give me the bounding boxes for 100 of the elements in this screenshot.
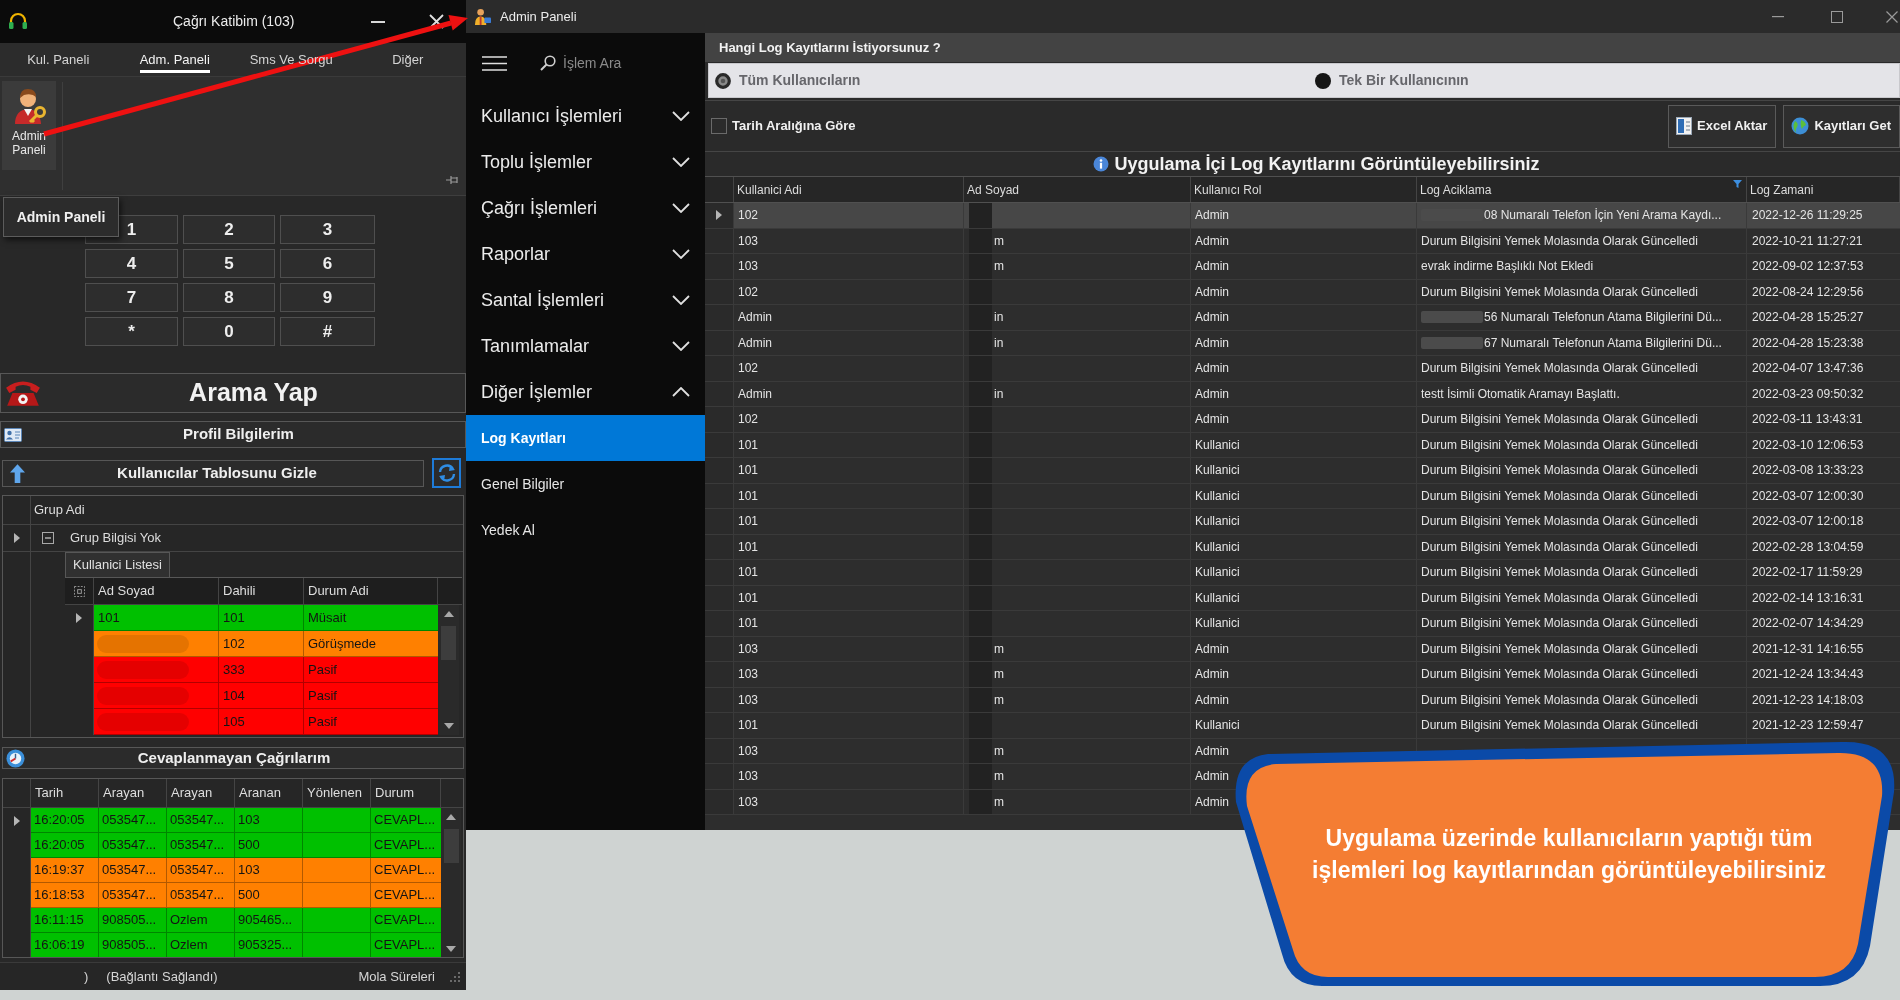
keypad-key[interactable]: 2 <box>183 215 275 244</box>
keypad-key[interactable]: * <box>85 317 178 346</box>
table-row[interactable]: 103 m Admin Durum Bilgisini Yemek Molasında Olarak Güncelledi 2022-10-21 11:27:21 <box>705 228 1900 254</box>
scroll-down-icon[interactable] <box>443 723 454 729</box>
checkbox-option[interactable]: Tarih Aralığına Göre <box>711 116 856 136</box>
menu-icon[interactable] <box>482 55 507 71</box>
table-row[interactable]: 101 Kullanici Durum Bilgisini Yemek Molasında Olarak Güncelledi 2022-02-28 13:04:59 <box>705 534 1900 560</box>
radio-option[interactable]: Tek Bir Kullanıcının <box>1304 64 1899 97</box>
submenu-item[interactable]: Log Kayıtları <box>466 415 705 461</box>
column-header[interactable]: Aranan <box>235 779 303 807</box>
tab[interactable]: Kul. Paneli <box>27 45 90 74</box>
missed-calls-button[interactable]: Cevaplanmayan Çağrılarım <box>2 747 464 769</box>
table-row[interactable]: 101 Kullanici Durum Bilgisini Yemek Molasında Olarak Güncelledi 2022-03-07 12:00:18 <box>705 509 1900 535</box>
toolbar-button[interactable]: Excel Aktar <box>1668 104 1777 148</box>
column-header[interactable]: Kullanıcı Rol <box>1191 177 1417 202</box>
keypad-key[interactable]: 6 <box>280 249 375 278</box>
keypad-key[interactable]: 0 <box>183 317 275 346</box>
table-row[interactable]: 101 Kullanici Durum Bilgisini Yemek Molasında Olarak Güncelledi 2022-02-17 11:59:29 <box>705 560 1900 586</box>
menu-item[interactable]: Raporlar <box>466 231 705 277</box>
redaction-bar <box>969 254 992 279</box>
table-row[interactable]: 16:18:53 053547... 053547... 500 CEVAPL... <box>31 883 441 908</box>
table-row[interactable]: 16:20:05 053547... 053547... 103 CEVAPL... <box>31 808 441 833</box>
keypad-key[interactable]: 5 <box>183 249 275 278</box>
scrollbar[interactable] <box>441 808 461 957</box>
column-chooser-icon[interactable] <box>73 585 85 597</box>
tab[interactable]: Kullanici Listesi <box>65 552 170 577</box>
table-row[interactable]: 102 Görüşmede <box>94 631 438 657</box>
keypad-key[interactable]: 4 <box>85 249 178 278</box>
menu-item[interactable]: Kullanıcı İşlemleri <box>466 93 705 139</box>
table-row[interactable]: 102 Admin Durum Bilgisini Yemek Molasında Olarak Güncelledi 2022-08-24 12:29:56 <box>705 279 1900 305</box>
column-header[interactable]: Grup Adi <box>31 496 463 524</box>
table-row[interactable]: 16:11:15 908505... Ozlem 905465... CEVAPL... <box>31 908 441 933</box>
toolbar-button[interactable]: Kayıtları Get <box>1783 104 1900 148</box>
keypad-key[interactable]: 7 <box>85 283 178 312</box>
column-header[interactable]: Log Zamani <box>1747 177 1900 202</box>
table-row[interactable]: 16:06:19 908505... Ozlem 905325... CEVAPL... <box>31 933 441 957</box>
column-header[interactable]: Log Aciklama <box>1417 177 1747 202</box>
table-row[interactable]: 333 Pasif <box>94 657 438 683</box>
column-header[interactable]: Kullanici Adi <box>734 177 964 202</box>
table-row[interactable]: 102 Admin Durum Bilgisini Yemek Molasında Olarak Güncelledi 2022-03-11 13:43:31 <box>705 407 1900 433</box>
table-row[interactable]: 102 Admin 08 Numaralı Telefon İçin Yeni Arama Kaydı... 2022-12-26 11:29:25 <box>705 203 1900 229</box>
column-header[interactable]: Arayan <box>167 779 235 807</box>
table-row[interactable]: 103 m Admin Durum Bilgisini Yemek Molasında Olarak Güncelledi 2021-12-23 14:18:03 <box>705 687 1900 713</box>
table-row[interactable]: 16:19:37 053547... 053547... 103 CEVAPL... <box>31 858 441 883</box>
scroll-up-icon[interactable] <box>443 611 454 617</box>
table-row[interactable]: 103 m Admin evrak indirme Başlıklı Not Ekledi 2022-09-02 12:37:53 <box>705 254 1900 280</box>
menu-item[interactable]: Çağrı İşlemleri <box>466 185 705 231</box>
tab[interactable]: Adm. Paneli <box>139 45 210 74</box>
call-button[interactable]: Arama Yap <box>0 373 466 413</box>
submenu-item[interactable]: Yedek Al <box>466 507 705 553</box>
tab[interactable]: Diğer <box>392 45 424 74</box>
table-row[interactable]: 16:20:05 053547... 053547... 500 CEVAPL... <box>31 833 441 858</box>
table-row[interactable]: 104 Pasif <box>94 683 438 709</box>
table-row[interactable]: 103 m Admin Durum Bilgisini Yemek Molasında Olarak Güncelledi 2021-12-24 13:34:43 <box>705 662 1900 688</box>
refresh-button[interactable] <box>432 458 461 488</box>
table-row[interactable]: 101 Kullanici Durum Bilgisini Yemek Molasında Olarak Güncelledi 2021-12-23 12:59:47 <box>705 713 1900 739</box>
pin-icon[interactable] <box>446 175 460 185</box>
table-cell-text: 102 <box>738 360 759 378</box>
column-header[interactable]: Tarih <box>31 779 99 807</box>
menu-item[interactable]: Toplu İşlemler <box>466 139 705 185</box>
column-header[interactable]: Ad Soyad <box>94 578 219 604</box>
scroll-down-icon[interactable] <box>446 946 456 952</box>
radio-option[interactable]: Tüm Kullanıcıların <box>709 64 1304 97</box>
table-row[interactable]: Admin in Admin testt İsimli Otomatik Aramayı Başlattı. 2022-03-23 09:50:32 <box>705 381 1900 407</box>
search-field[interactable]: İşlem Ara <box>563 52 703 74</box>
table-row[interactable]: 101 Kullanici Durum Bilgisini Yemek Molasında Olarak Güncelledi 2022-02-07 14:34:29 <box>705 611 1900 637</box>
collapse-icon[interactable] <box>42 532 54 544</box>
table-row[interactable]: Admin in Admin 56 Numaralı Telefonun Atama Bilgilerini Dü... 2022-04-28 15:25:27 <box>705 305 1900 331</box>
table-row[interactable]: 101 Kullanici Durum Bilgisini Yemek Molasında Olarak Güncelledi 2022-03-07 12:00:30 <box>705 483 1900 509</box>
column-header[interactable]: Dahili <box>219 578 304 604</box>
keypad-key[interactable]: 9 <box>280 283 375 312</box>
table-row[interactable]: Admin in Admin 67 Numaralı Telefonun Atama Bilgilerini Dü... 2022-04-28 15:23:38 <box>705 330 1900 356</box>
menu-item[interactable]: Tanımlamalar <box>466 323 705 369</box>
maximize-icon[interactable] <box>1831 10 1843 23</box>
ribbon-button[interactable]: Admin Paneli <box>2 81 56 170</box>
keypad-key[interactable]: # <box>280 317 375 346</box>
scrollbar[interactable] <box>438 605 459 735</box>
column-header[interactable]: Durum Adi <box>304 578 438 604</box>
table-row[interactable]: 101 101 Müsait <box>94 605 438 631</box>
submenu-item[interactable]: Genel Bilgiler <box>466 461 705 507</box>
row-pointer-icon <box>76 613 82 623</box>
table-row[interactable]: 101 Kullanici Durum Bilgisini Yemek Molasında Olarak Güncelledi 2022-03-10 12:06:53 <box>705 432 1900 458</box>
profile-button[interactable]: Profil Bilgilerim <box>0 421 466 448</box>
breaks-link[interactable]: Mola Süreleri <box>358 966 435 987</box>
table-row[interactable]: 102 Admin Durum Bilgisini Yemek Molasında Olarak Güncelledi 2022-04-07 13:47:36 <box>705 356 1900 382</box>
minimize-icon[interactable] <box>371 20 385 23</box>
column-header[interactable]: Arayan <box>99 779 167 807</box>
column-header[interactable]: Durum <box>371 779 441 807</box>
column-header[interactable]: Ad Soyad <box>964 177 1191 202</box>
table-row[interactable]: 103 m Admin Durum Bilgisini Yemek Molasında Olarak Güncelledi 2021-12-31 14:16:55 <box>705 636 1900 662</box>
table-row[interactable]: 105 Pasif <box>94 709 438 735</box>
keypad-key[interactable]: 8 <box>183 283 275 312</box>
menu-item[interactable]: Santal İşlemleri <box>466 277 705 323</box>
keypad-key[interactable]: 3 <box>280 215 375 244</box>
scroll-up-icon[interactable] <box>446 814 456 820</box>
menu-item[interactable]: Diğer İşlemler <box>466 369 705 415</box>
table-row[interactable]: 101 Kullanici Durum Bilgisini Yemek Molasında Olarak Güncelledi 2022-02-14 13:16:31 <box>705 585 1900 611</box>
table-row[interactable]: 101 Kullanici Durum Bilgisini Yemek Molasında Olarak Güncelledi 2022-03-08 13:33:23 <box>705 458 1900 484</box>
toggle-table-button[interactable]: Kullanıcılar Tablosunu Gizle <box>2 460 424 487</box>
column-header[interactable]: Yönlenen <box>303 779 371 807</box>
